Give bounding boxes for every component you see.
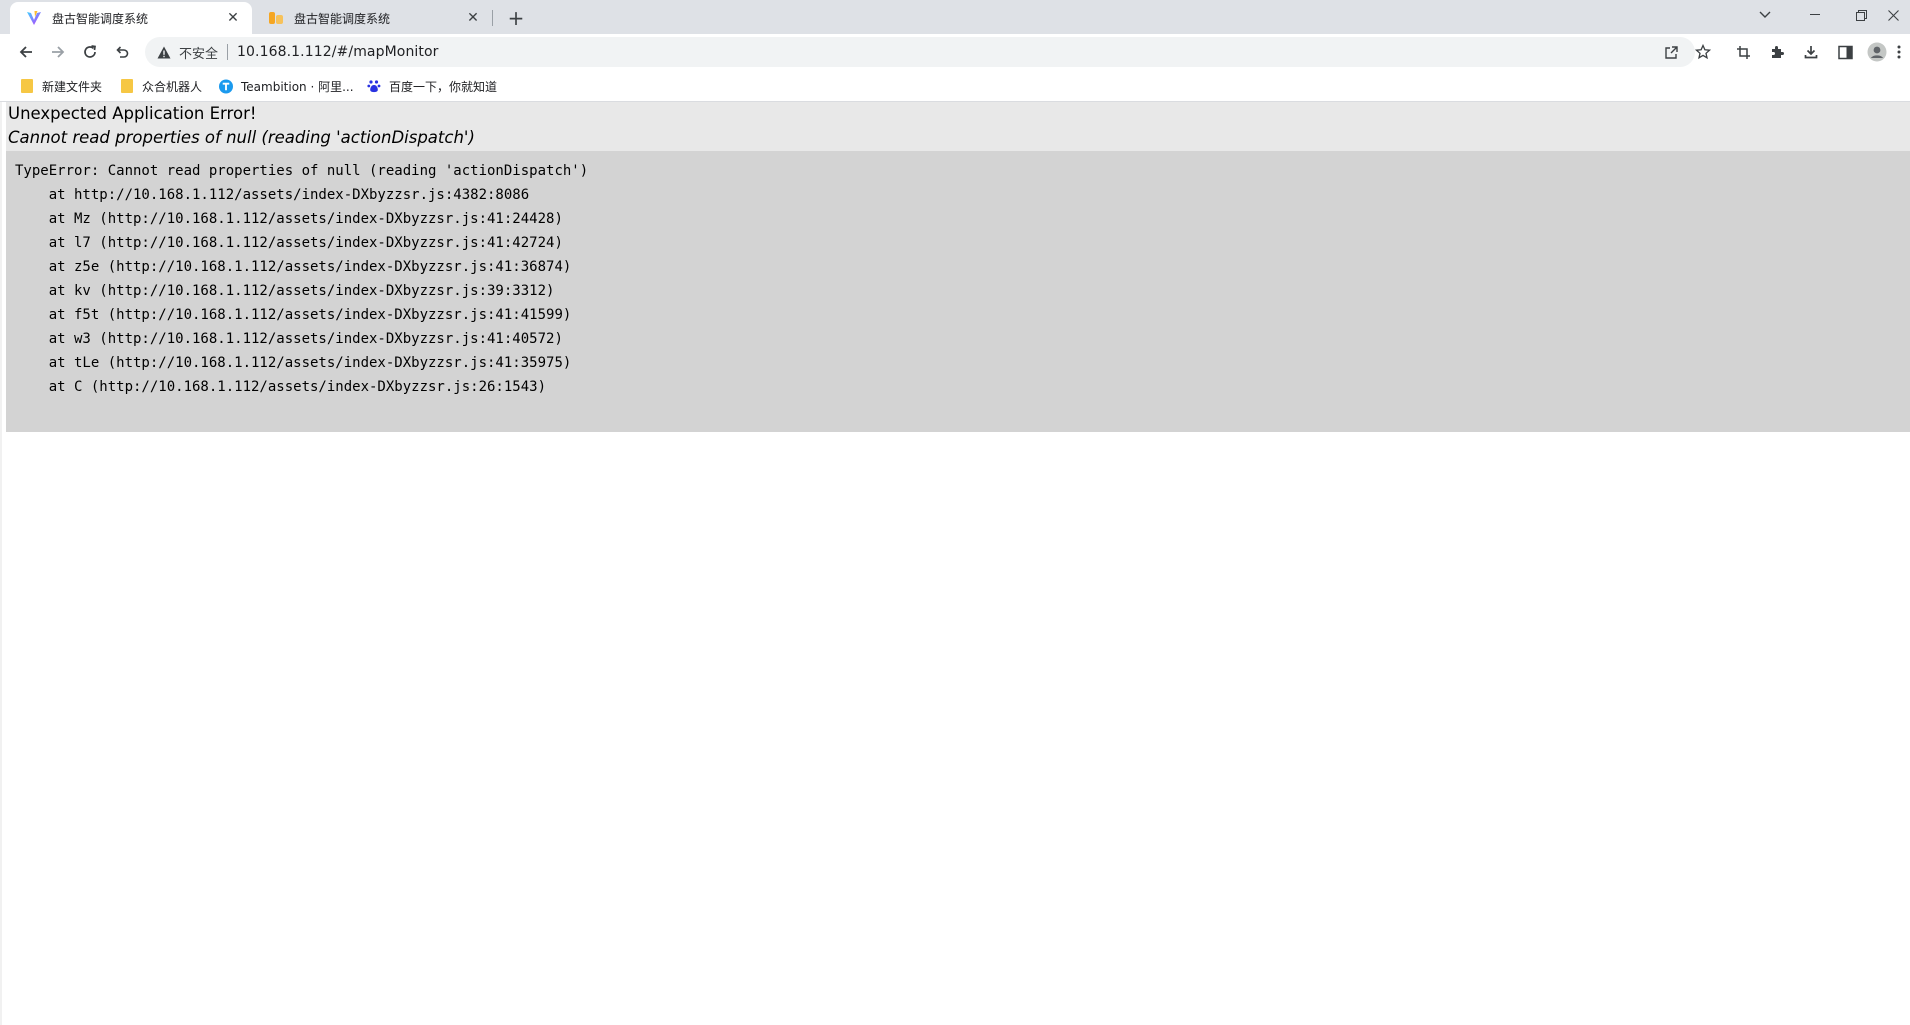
baidu-icon [367, 79, 381, 93]
extensions-puzzle-icon[interactable] [1762, 38, 1792, 66]
stack-line: at l7 (http://10.168.1.112/assets/index-… [15, 235, 563, 251]
tab-strip: 盘古智能调度系统 ✕ 盘古智能调度系统 ✕ + [0, 0, 1910, 34]
folder-icon [120, 79, 134, 93]
bookmark-folder-zhonghe[interactable]: 众合机器人 [120, 77, 202, 95]
minimize-icon[interactable] [1792, 0, 1838, 30]
close-tab-icon[interactable]: ✕ [464, 9, 482, 27]
close-tab-icon[interactable]: ✕ [224, 9, 242, 27]
new-tab-button[interactable]: + [504, 6, 528, 30]
app-favicon-icon [268, 10, 284, 26]
bookmark-folder-new[interactable]: 新建文件夹 [20, 77, 102, 95]
tab-inactive[interactable]: 盘古智能调度系统 ✕ [252, 2, 492, 34]
bookmark-label: Teambition · 阿里... [241, 79, 354, 94]
stack-line: at tLe (http://10.168.1.112/assets/index… [15, 355, 572, 371]
bookmarks-bar: 新建文件夹 众合机器人 Teambition · 阿里... 百度一下，你就知道 [0, 70, 1910, 102]
stack-line: at http://10.168.1.112/assets/index-DXby… [15, 187, 530, 203]
stack-line: at kv (http://10.168.1.112/assets/index-… [15, 283, 555, 299]
teambition-icon [219, 79, 233, 93]
profile-avatar-icon[interactable] [1862, 38, 1892, 66]
error-message: Cannot read properties of null (reading … [8, 128, 475, 147]
side-panel-icon[interactable] [1830, 38, 1860, 66]
browser-window: 盘古智能调度系统 ✕ 盘古智能调度系统 ✕ + 不安全 10.168.1.112… [0, 0, 1910, 1025]
browser-toolbar: 不安全 10.168.1.112/#/mapMonitor [0, 34, 1910, 70]
undo-icon[interactable] [108, 38, 136, 66]
vite-logo-icon [26, 10, 42, 26]
bookmark-star-icon[interactable] [1689, 38, 1717, 66]
stack-line: at f5t (http://10.168.1.112/assets/index… [15, 307, 572, 323]
bookmark-label: 众合机器人 [142, 79, 203, 94]
folder-icon [20, 79, 34, 93]
bookmark-teambition[interactable]: Teambition · 阿里... [219, 77, 354, 95]
tab-title: 盘古智能调度系统 [294, 11, 391, 26]
stack-line: at w3 (http://10.168.1.112/assets/index-… [15, 331, 563, 347]
crop-icon[interactable] [1728, 38, 1758, 66]
download-icon[interactable] [1796, 38, 1826, 66]
tab-separator [492, 10, 493, 26]
error-header: Unexpected Application Error! Cannot rea… [6, 102, 1910, 151]
bookmark-label: 百度一下，你就知道 [389, 79, 498, 94]
stack-line: at z5e (http://10.168.1.112/assets/index… [15, 259, 572, 275]
stack-line: TypeError: Cannot read properties of nul… [15, 163, 589, 179]
bookmark-baidu[interactable]: 百度一下，你就知道 [367, 77, 497, 95]
close-window-icon[interactable] [1876, 0, 1910, 30]
error-title: Unexpected Application Error! [8, 104, 257, 123]
error-stack-trace: TypeError: Cannot read properties of nul… [6, 151, 1910, 432]
page-content: Unexpected Application Error! Cannot rea… [0, 102, 1910, 1025]
stack-line: at C (http://10.168.1.112/assets/index-D… [15, 379, 547, 395]
stack-line: at Mz (http://10.168.1.112/assets/index-… [15, 211, 563, 227]
forward-arrow-icon[interactable] [44, 38, 72, 66]
menu-kebab-icon[interactable] [1889, 38, 1909, 66]
insecure-label: 不安全 [179, 46, 219, 62]
tab-active[interactable]: 盘古智能调度系统 ✕ [10, 2, 252, 34]
address-bar[interactable]: 不安全 10.168.1.112/#/mapMonitor [145, 37, 1695, 67]
reload-icon[interactable] [76, 38, 104, 66]
share-icon[interactable] [1657, 38, 1685, 66]
omnibox-divider [227, 44, 229, 60]
warning-icon[interactable] [155, 43, 173, 61]
url-text: 10.168.1.112/#/mapMonitor [237, 44, 439, 60]
bookmark-label: 新建文件夹 [42, 79, 103, 94]
tab-title: 盘古智能调度系统 [52, 11, 149, 26]
tab-search-icon[interactable] [1742, 0, 1788, 30]
back-arrow-icon[interactable] [12, 38, 40, 66]
